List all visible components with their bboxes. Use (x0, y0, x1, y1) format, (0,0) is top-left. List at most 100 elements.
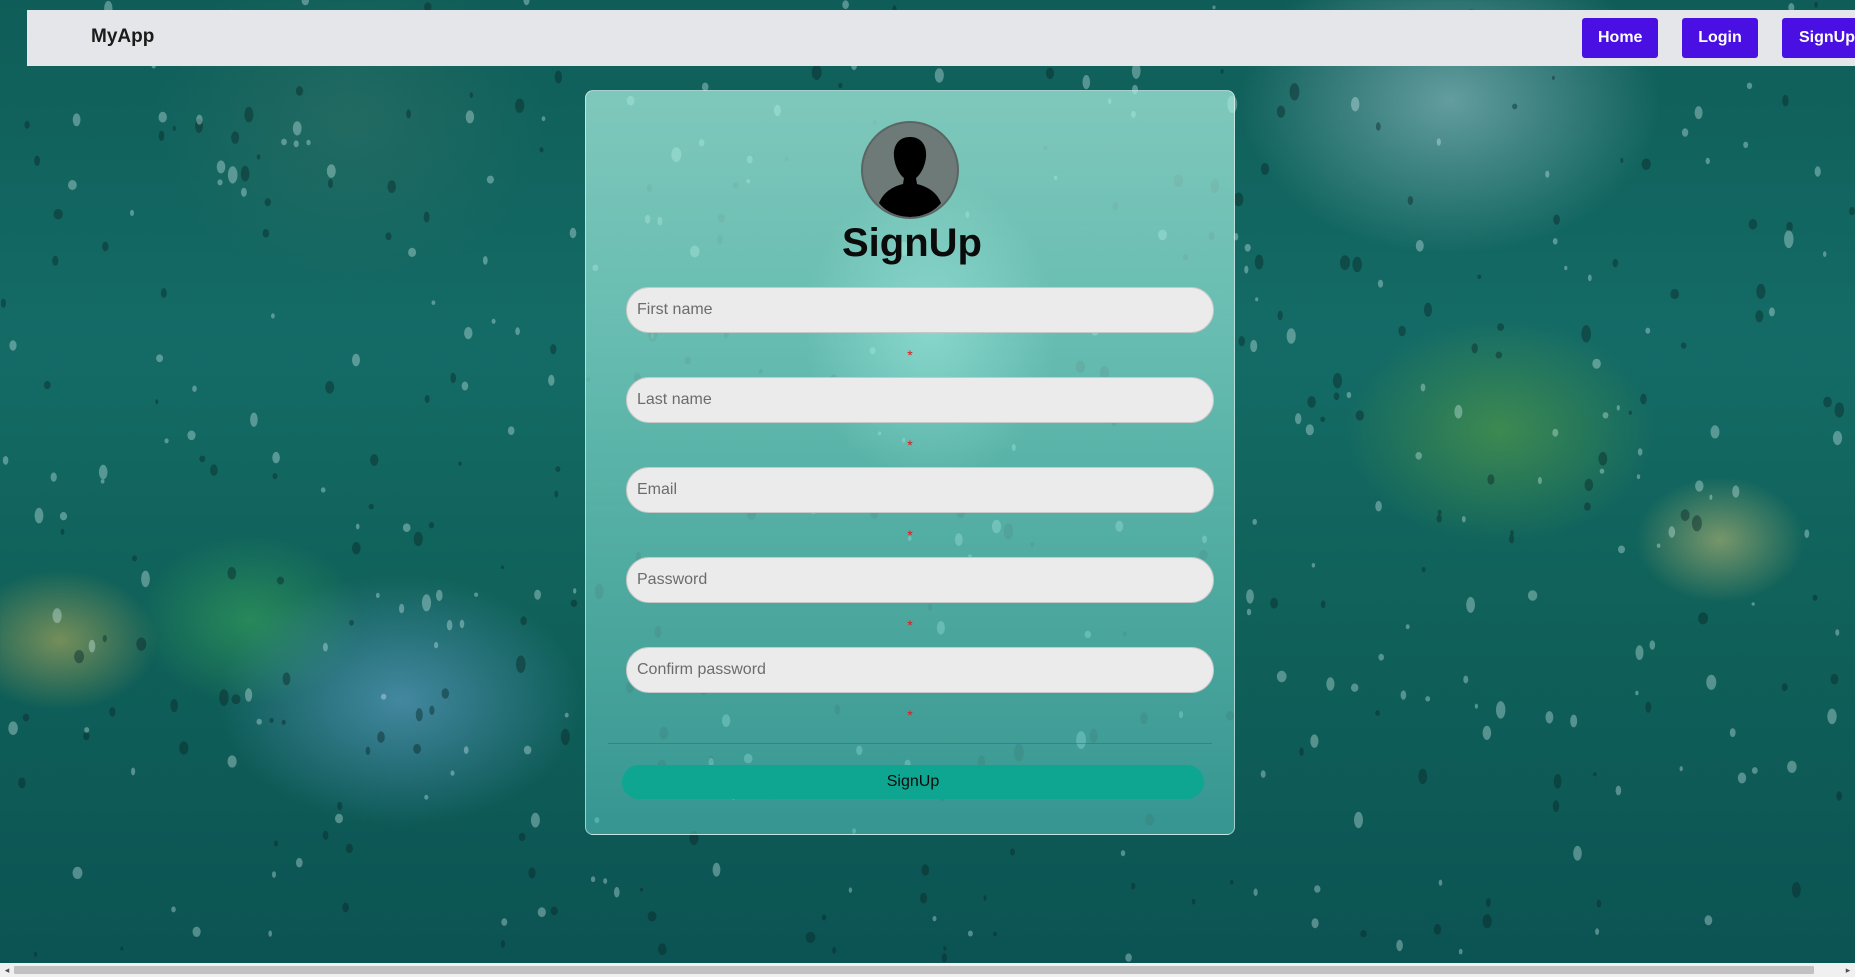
rain-drop (377, 731, 385, 743)
rain-drop (805, 931, 816, 943)
rain-drop (518, 832, 526, 842)
rain-drop (943, 946, 947, 951)
rain-drop (72, 866, 83, 880)
rain-drop (1812, 594, 1818, 601)
rain-drop (1756, 283, 1766, 299)
rain-drop (461, 381, 469, 391)
rain-drop (1463, 675, 1469, 684)
email-required-marker: * (907, 527, 913, 543)
rain-drop (210, 464, 218, 476)
rain-drop (100, 479, 105, 484)
rain-drop (136, 637, 147, 651)
rain-drop (464, 327, 473, 340)
nav-login-button[interactable]: Login (1682, 18, 1758, 58)
rain-drop (1311, 918, 1319, 929)
navbar: MyApp Home Login SignUp (27, 10, 1855, 66)
rain-drop (1835, 629, 1840, 636)
horizontal-scrollbar[interactable]: ◂ ▸ (0, 963, 1855, 977)
rain-drop (1398, 325, 1406, 337)
rain-drop (1332, 373, 1343, 389)
rain-drop (436, 589, 443, 602)
rain-drop (34, 507, 44, 524)
first-name-input[interactable] (626, 287, 1214, 333)
rain-drop (530, 812, 540, 828)
rain-drop (240, 165, 250, 182)
rain-drop (272, 473, 278, 480)
rain-drop (554, 490, 559, 498)
rain-drop (179, 741, 189, 755)
rain-drop (1570, 714, 1578, 728)
rain-drop (811, 64, 822, 80)
rain-drop (380, 693, 387, 700)
password-input[interactable] (626, 557, 1214, 603)
rain-drop (368, 503, 374, 510)
signup-submit-button[interactable]: SignUp (622, 765, 1204, 799)
rain-drop (1751, 767, 1758, 774)
rain-drop (1486, 898, 1491, 907)
scroll-right-arrow-icon[interactable]: ▸ (1841, 963, 1855, 977)
rain-drop (306, 139, 311, 146)
rain-drop (256, 154, 261, 160)
rain-drop (43, 381, 51, 390)
rain-drop (1705, 157, 1711, 165)
confirm-password-input[interactable] (626, 647, 1214, 693)
rain-drop (131, 767, 136, 776)
rain-drop (1670, 288, 1679, 300)
rain-drop (217, 179, 223, 186)
email-input[interactable] (626, 467, 1214, 513)
rain-drop (219, 689, 229, 706)
rain-drop (507, 426, 515, 435)
rain-drop (1681, 128, 1689, 137)
rain-drop (1814, 166, 1821, 177)
rain-drop (1527, 590, 1538, 601)
rain-drop (1082, 75, 1091, 90)
rain-drop (1438, 879, 1443, 886)
rain-drop (281, 138, 287, 146)
rain-drop (172, 125, 176, 131)
rain-drop (1668, 526, 1676, 538)
brand-logo[interactable]: MyApp (91, 26, 154, 48)
rain-drop (1509, 534, 1515, 544)
rain-drop (515, 98, 525, 113)
rain-drop (554, 70, 563, 84)
rain-drop (1832, 430, 1843, 446)
nav-home-button[interactable]: Home (1582, 18, 1658, 58)
rain-drop (192, 385, 197, 392)
rain-drop (560, 728, 570, 746)
rain-drop (491, 318, 496, 324)
rain-drop (534, 589, 541, 600)
scrollbar-thumb[interactable] (14, 966, 1814, 974)
rain-drop (1405, 624, 1410, 630)
form-divider (608, 743, 1212, 744)
rain-drop (1378, 653, 1384, 661)
rain-drop (1768, 307, 1775, 317)
last-name-input[interactable] (626, 377, 1214, 423)
rain-drop (424, 794, 429, 800)
rain-drop (1823, 396, 1832, 408)
rain-drop (1587, 274, 1592, 282)
rain-drop (415, 708, 423, 722)
rain-drop (355, 523, 360, 530)
rain-drop (345, 843, 353, 854)
rain-drop (1252, 518, 1257, 525)
rain-drop (528, 867, 536, 879)
rain-drop (1482, 914, 1492, 929)
rain-drop (292, 121, 302, 136)
rain-drop (1691, 515, 1702, 532)
scroll-left-arrow-icon[interactable]: ◂ (0, 963, 14, 977)
rain-drop (1649, 640, 1656, 650)
rain-drop (199, 455, 206, 463)
nav-signup-button[interactable]: SignUp (1782, 18, 1855, 58)
rain-drop (1823, 251, 1827, 257)
rain-drop (1584, 502, 1591, 511)
rain-drop (1564, 265, 1568, 271)
rain-drop (301, 0, 309, 6)
rain-drop (1125, 953, 1132, 962)
rain-drop (1497, 323, 1505, 331)
rain-drop (1254, 254, 1264, 270)
rain-drop (639, 887, 644, 892)
rain-drop (590, 876, 596, 883)
rain-drop (450, 372, 457, 384)
rain-drop (293, 140, 299, 148)
rain-drop (1709, 494, 1713, 500)
